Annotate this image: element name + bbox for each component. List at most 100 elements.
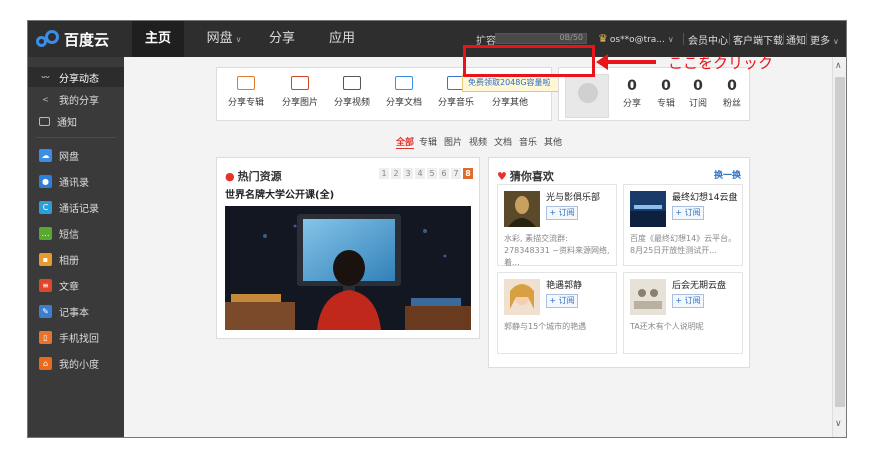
share-doc-label: 分享文档 bbox=[385, 98, 422, 108]
card-description: 郭静与15个城市的艳遇 bbox=[504, 322, 587, 331]
cloud-icon: ☁ bbox=[39, 148, 52, 162]
page-8[interactable]: 8 bbox=[463, 168, 473, 179]
stat-value: 0 bbox=[627, 78, 637, 94]
sidebar-item-sms[interactable]: … 短信 bbox=[28, 223, 124, 243]
divider bbox=[729, 33, 730, 45]
tab-share-label: 分享 bbox=[268, 31, 295, 46]
stat-shares[interactable]: 0 分享 bbox=[617, 78, 647, 109]
panel-title: ● 热门资源 bbox=[225, 168, 282, 184]
tab-apps-label: 应用 bbox=[328, 31, 355, 46]
page-7[interactable]: 7 bbox=[451, 168, 461, 179]
recommend-card[interactable]: 艳遇郭静 + 订阅 郭静与15个城市的艳遇 bbox=[497, 272, 617, 354]
filter-music[interactable]: 音乐 bbox=[519, 135, 537, 148]
share-video-button[interactable]: 分享视频 bbox=[327, 76, 377, 108]
scroll-thumb[interactable] bbox=[835, 77, 845, 407]
tab-home[interactable]: 主页 bbox=[132, 21, 184, 57]
subscribe-button[interactable]: + 订阅 bbox=[546, 206, 578, 220]
subscribe-button[interactable]: + 订阅 bbox=[546, 294, 578, 308]
filter-image[interactable]: 图片 bbox=[444, 135, 462, 148]
panel-title: ♥ 猜你喜欢 bbox=[497, 168, 554, 184]
card-thumbnail bbox=[504, 191, 540, 227]
sidebar-item-album[interactable]: ▪ 相册 bbox=[28, 249, 124, 269]
stat-albums[interactable]: 0 专辑 bbox=[651, 78, 681, 109]
call-log-icon: C bbox=[39, 200, 52, 214]
subscribe-button[interactable]: + 订阅 bbox=[672, 294, 704, 308]
cloud-logo-icon bbox=[36, 30, 60, 48]
hot-resource-title[interactable]: 世界名牌大学公开课(全) bbox=[225, 186, 334, 201]
scroll-down-icon[interactable]: ∨ bbox=[835, 419, 842, 429]
quota-bar: 0B/50 bbox=[495, 33, 587, 44]
document-icon bbox=[395, 76, 413, 90]
recommend-card[interactable]: 光与影俱乐部 + 订阅 水彩, 素描交流群: 278348331 ~资料来源网络… bbox=[497, 184, 617, 267]
sidebar-item-label: 我的小度 bbox=[59, 359, 99, 371]
sidebar-divider bbox=[36, 137, 116, 138]
scroll-up-icon[interactable]: ∧ bbox=[835, 61, 842, 71]
stat-value: 0 bbox=[693, 78, 703, 94]
sidebar-item-article[interactable]: ≡ 文章 bbox=[28, 275, 124, 295]
tab-netdisk[interactable]: 网盘 ∨ bbox=[200, 21, 248, 57]
card-thumbnail bbox=[630, 279, 666, 315]
client-download-link[interactable]: 客户端下载 bbox=[733, 32, 783, 47]
browser-frame: 百度云 主页 网盘 ∨ 分享 应用 扩容 0B/50 ♛ os**o@tra... ∨… bbox=[27, 20, 847, 438]
recommend-card[interactable]: 最终幻想14云盘 + 订阅 百度《最终幻想14》云平台。8月25日开放性测试开.… bbox=[623, 184, 743, 266]
card-name[interactable]: 光与影俱乐部 bbox=[546, 190, 600, 203]
filter-video[interactable]: 视频 bbox=[469, 135, 487, 148]
subscribe-button[interactable]: + 订阅 bbox=[672, 206, 704, 220]
page-5[interactable]: 5 bbox=[427, 168, 437, 179]
filter-all[interactable]: 全部 bbox=[396, 135, 415, 149]
sidebar-item-notepad[interactable]: ✎ 记事本 bbox=[28, 301, 124, 321]
share-doc-button[interactable]: 分享文档 bbox=[379, 76, 429, 108]
sidebar-item-label: 短信 bbox=[59, 229, 79, 241]
page-1[interactable]: 1 bbox=[379, 168, 389, 179]
hot-resource-image[interactable] bbox=[225, 206, 471, 330]
baidu-cloud-logo[interactable]: 百度云 bbox=[36, 27, 109, 51]
sidebar-item-call-log[interactable]: C 通话记录 bbox=[28, 197, 124, 217]
page-4[interactable]: 4 bbox=[415, 168, 425, 179]
sidebar-item-label: 记事本 bbox=[59, 307, 89, 319]
vip-center-link[interactable]: 会员中心 bbox=[688, 32, 728, 47]
filter-album[interactable]: 专辑 bbox=[419, 135, 437, 148]
page-3[interactable]: 3 bbox=[403, 168, 413, 179]
recommend-title-text: 猜你喜欢 bbox=[509, 170, 554, 183]
image-icon bbox=[291, 76, 309, 90]
page-6[interactable]: 6 bbox=[439, 168, 449, 179]
sidebar-item-activity[interactable]: 〰分享动态 bbox=[28, 67, 124, 87]
activity-icon: 〰 bbox=[41, 72, 50, 82]
article-icon: ≡ bbox=[39, 278, 52, 292]
share-album-label: 分享专辑 bbox=[227, 98, 264, 108]
more-menu[interactable]: 更多 ∨ bbox=[810, 32, 839, 47]
sidebar-item-netdisk[interactable]: ☁ 网盘 bbox=[28, 145, 124, 165]
stat-fans[interactable]: 0 粉丝 bbox=[717, 78, 747, 109]
refresh-link[interactable]: 换一换 bbox=[714, 168, 741, 181]
recommend-card[interactable]: 后会无期云盘 + 订阅 TA还木有个人说明呢 bbox=[623, 272, 743, 354]
user-menu[interactable]: ♛ os**o@tra... ∨ bbox=[598, 32, 674, 45]
stat-subscriptions[interactable]: 0 订阅 bbox=[683, 78, 713, 109]
stat-label: 订阅 bbox=[688, 99, 707, 109]
card-name[interactable]: 最终幻想14云盘 bbox=[672, 190, 737, 203]
sidebar-item-contacts[interactable]: ● 通讯录 bbox=[28, 171, 124, 191]
sidebar-item-phone-find[interactable]: ▯ 手机找回 bbox=[28, 327, 124, 347]
sidebar-item-label: 手机找回 bbox=[59, 333, 99, 345]
card-name[interactable]: 艳遇郭静 bbox=[546, 278, 582, 291]
share-album-button[interactable]: 分享专辑 bbox=[221, 76, 271, 108]
video-icon bbox=[343, 76, 361, 90]
filter-doc[interactable]: 文档 bbox=[494, 135, 512, 148]
vertical-scrollbar[interactable]: ∧ ∨ bbox=[832, 57, 846, 437]
sidebar-item-label: 分享动态 bbox=[59, 73, 99, 85]
share-image-button[interactable]: 分享图片 bbox=[275, 76, 325, 108]
sms-icon: … bbox=[39, 226, 52, 240]
filter-other[interactable]: 其他 bbox=[544, 135, 562, 148]
tab-apps[interactable]: 应用 bbox=[322, 21, 362, 57]
sidebar-item-my-share[interactable]: < 我的分享 bbox=[28, 89, 124, 109]
card-name[interactable]: 后会无期云盘 bbox=[672, 278, 726, 291]
sidebar-item-my-xiaodu[interactable]: ⌂ 我的小度 bbox=[28, 353, 124, 373]
contacts-icon: ● bbox=[39, 174, 52, 188]
avatar[interactable] bbox=[565, 74, 609, 118]
notify-link[interactable]: 通知 bbox=[786, 32, 806, 47]
tab-share[interactable]: 分享 bbox=[262, 21, 302, 57]
card-thumbnail bbox=[630, 191, 666, 227]
sidebar-item-notify[interactable]: 通知 bbox=[28, 111, 124, 131]
tab-netdisk-label: 网盘 bbox=[206, 31, 233, 46]
card-description: TA还木有个人说明呢 bbox=[630, 322, 704, 331]
page-2[interactable]: 2 bbox=[391, 168, 401, 179]
